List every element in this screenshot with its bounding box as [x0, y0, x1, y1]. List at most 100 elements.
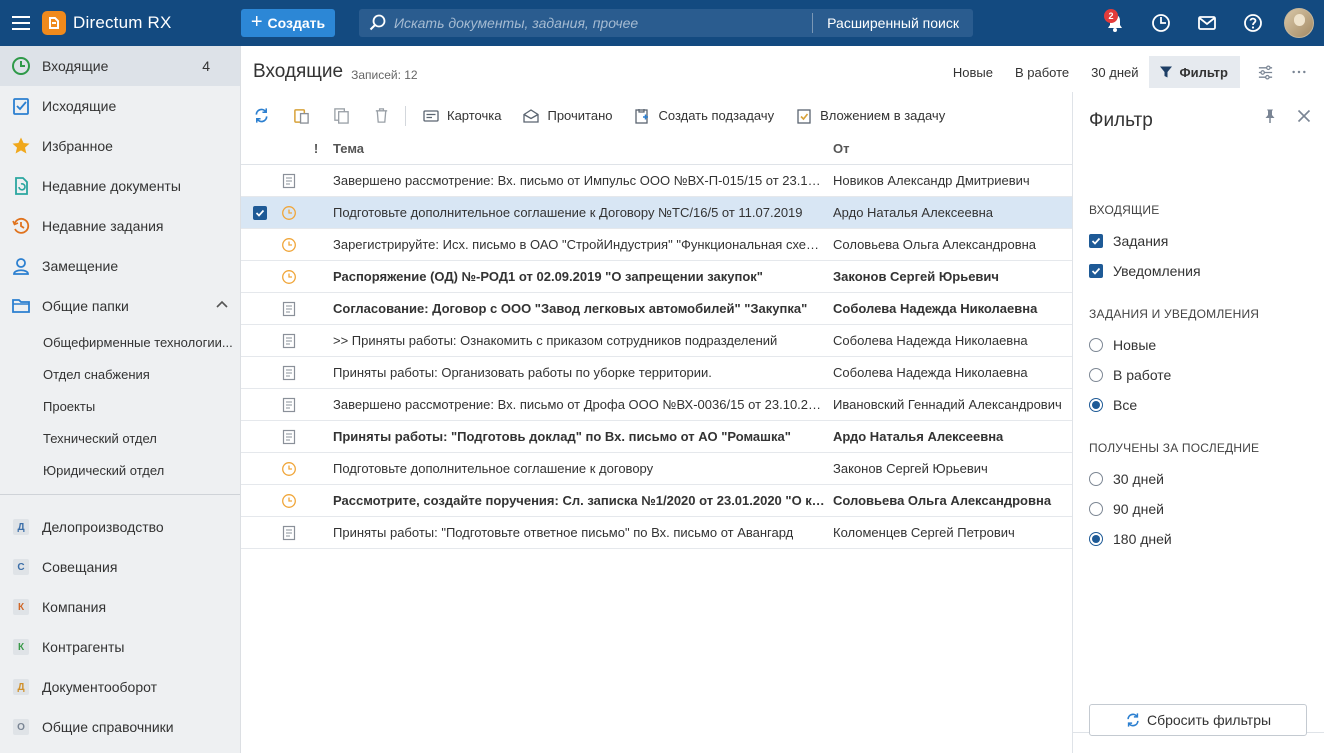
card-button[interactable]: Карточка [412, 100, 512, 132]
table-row[interactable]: Приняты работы: Организовать работы по у… [241, 357, 1072, 389]
recent-doc-icon [11, 176, 31, 196]
view-in-work-button[interactable]: В работе [1004, 56, 1080, 88]
sidebar-folder-technical[interactable]: Технический отдел [0, 422, 238, 454]
module-letter-icon: Д [13, 519, 29, 535]
column-importance[interactable]: ! [299, 141, 333, 156]
sidebar-folder-projects[interactable]: Проекты [0, 390, 238, 422]
attach-task-icon [797, 108, 811, 124]
sidebar-item-substitution[interactable]: Замещение [0, 246, 240, 286]
status-button[interactable] [1138, 0, 1184, 46]
table-row[interactable]: Приняты работы: "Подготовьте ответное пи… [241, 517, 1072, 549]
recent-task-icon [11, 216, 31, 236]
plus-icon: + [250, 11, 263, 33]
radio-icon[interactable] [1089, 338, 1103, 352]
view-30-days-button[interactable]: 30 дней [1080, 56, 1149, 88]
row-subject: Завершено рассмотрение: Вх. письмо от Др… [333, 397, 830, 412]
filter-option-90-days[interactable]: 90 дней [1089, 499, 1164, 519]
paste-button[interactable] [281, 100, 321, 132]
module-letter-icon: Д [13, 679, 29, 695]
table-row[interactable]: Подготовьте дополнительное соглашение к … [241, 453, 1072, 485]
toolbar-divider [405, 105, 406, 126]
module-meetings[interactable]: С Совещания [0, 547, 240, 587]
sidebar-folder-general[interactable]: Общефирменные технологии... [0, 326, 238, 358]
filter-option-new[interactable]: Новые [1089, 335, 1156, 355]
filter-option-notices[interactable]: Уведомления [1089, 261, 1201, 281]
reset-filters-button[interactable]: Сбросить фильтры [1089, 704, 1307, 736]
module-records-management[interactable]: Д Делопроизводство [0, 507, 240, 547]
menu-icon[interactable] [0, 0, 42, 46]
module-company[interactable]: К Компания [0, 587, 240, 627]
refresh-button[interactable] [241, 100, 281, 132]
mark-read-button[interactable]: Прочитано [512, 100, 623, 132]
radio-icon[interactable] [1089, 368, 1103, 382]
filter-option-30-days[interactable]: 30 дней [1089, 469, 1164, 489]
chevron-up-icon[interactable] [216, 300, 228, 308]
sidebar: Входящие 4 Исходящие Избранное Недавние … [0, 46, 241, 753]
table-row[interactable]: Завершено рассмотрение: Вх. письмо от Им… [241, 165, 1072, 197]
clock-icon [11, 56, 31, 76]
create-subtask-button[interactable]: Создать подзадачу [623, 100, 785, 132]
attach-to-task-button[interactable]: Вложением в задачу [785, 100, 956, 132]
delete-button[interactable] [361, 100, 401, 132]
mail-button[interactable] [1184, 0, 1230, 46]
settings-button[interactable] [1248, 56, 1282, 88]
radio-selected-icon[interactable] [1089, 398, 1103, 412]
grid-header: ! Тема От [241, 133, 1072, 165]
radio-icon[interactable] [1089, 502, 1103, 516]
app-logo[interactable]: Directum RX [42, 0, 240, 46]
radio-selected-icon[interactable] [1089, 532, 1103, 546]
sidebar-item-recent-tasks[interactable]: Недавние задания [0, 206, 240, 246]
inbox-count: 4 [202, 58, 210, 74]
filter-option-180-days[interactable]: 180 дней [1089, 529, 1172, 549]
row-subject: Распоряжение (ОД) №-РОД1 от 02.09.2019 "… [333, 269, 763, 284]
row-subject: Приняты работы: "Подготовьте ответное пи… [333, 525, 794, 540]
table-row[interactable]: Распоряжение (ОД) №-РОД1 от 02.09.2019 "… [241, 261, 1072, 293]
table-row[interactable]: Рассмотрите, создайте поручения: Сл. зап… [241, 485, 1072, 517]
radio-icon[interactable] [1089, 472, 1103, 486]
row-from: Соболева Надежда Николаевна [833, 333, 1028, 348]
advanced-search-link[interactable]: Расширенный поиск [812, 13, 973, 33]
filter-option-all[interactable]: Все [1089, 395, 1137, 415]
sidebar-item-favorites[interactable]: Избранное [0, 126, 240, 166]
column-from[interactable]: От [831, 141, 1072, 156]
search-input[interactable] [394, 15, 813, 31]
module-document-flow[interactable]: Д Документооборот [0, 667, 240, 707]
sidebar-item-shared-folders[interactable]: Общие папки [0, 286, 240, 326]
table-row[interactable]: Приняты работы: "Подготовь доклад" по Вх… [241, 421, 1072, 453]
table-row[interactable]: Зарегистрируйте: Исх. письмо в ОАО "Стро… [241, 229, 1072, 261]
avatar[interactable] [1284, 8, 1314, 38]
table-row[interactable]: Подготовьте дополнительное соглашение к … [241, 197, 1072, 229]
checkbox-checked-icon[interactable] [1089, 264, 1103, 278]
more-button[interactable] [1282, 56, 1316, 88]
main-area: Входящие Записей: 12 Новые В работе 30 д… [241, 46, 1324, 753]
filter-button[interactable]: Фильтр [1149, 56, 1240, 88]
sidebar-item-inbox[interactable]: Входящие 4 [0, 46, 240, 86]
mail-icon [1198, 16, 1216, 30]
close-icon[interactable] [1296, 108, 1312, 124]
sidebar-item-outbox[interactable]: Исходящие [0, 86, 240, 126]
notice-doc-icon [279, 333, 299, 349]
module-references[interactable]: О Общие справочники [0, 707, 240, 747]
help-button[interactable] [1230, 0, 1276, 46]
pin-icon[interactable] [1262, 108, 1278, 124]
row-subject: Подготовьте дополнительное соглашение к … [333, 205, 803, 220]
search-box[interactable]: Расширенный поиск [359, 9, 973, 37]
checkbox-checked-icon[interactable] [253, 205, 267, 220]
table-row[interactable]: Согласование: Договор с ООО "Завод легко… [241, 293, 1072, 325]
sidebar-folder-legal[interactable]: Юридический отдел [0, 454, 238, 486]
sidebar-folder-supply[interactable]: Отдел снабжения [0, 358, 238, 390]
card-icon [423, 109, 439, 122]
column-subject[interactable]: Тема [333, 141, 831, 156]
checkbox-checked-icon[interactable] [1089, 234, 1103, 248]
table-row[interactable]: >> Приняты работы: Ознакомить с приказом… [241, 325, 1072, 357]
copy-button[interactable] [321, 100, 361, 132]
notifications-button[interactable]: 2 [1092, 0, 1138, 46]
create-button[interactable]: + Создать [241, 9, 335, 37]
module-counterparties[interactable]: К Контрагенты [0, 627, 240, 667]
row-checkbox[interactable] [241, 205, 279, 220]
table-row[interactable]: Завершено рассмотрение: Вх. письмо от Др… [241, 389, 1072, 421]
view-new-button[interactable]: Новые [942, 56, 1004, 88]
filter-option-in-work[interactable]: В работе [1089, 365, 1171, 385]
filter-option-tasks[interactable]: Задания [1089, 231, 1168, 251]
sidebar-item-recent-docs[interactable]: Недавние документы [0, 166, 240, 206]
